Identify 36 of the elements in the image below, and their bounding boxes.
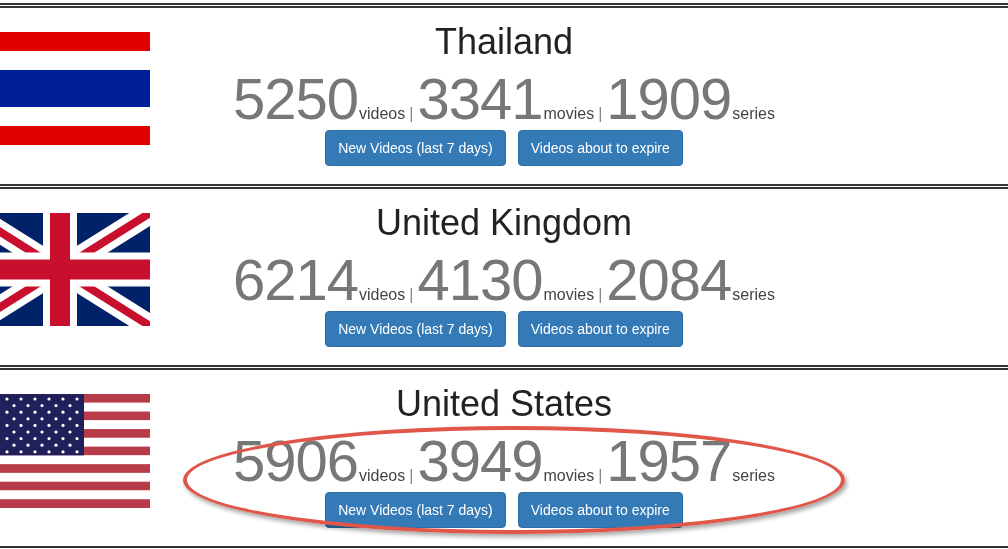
new-videos-button[interactable]: New Videos (last 7 days) — [325, 311, 506, 347]
flag-icon — [0, 394, 150, 508]
separator: | — [598, 286, 603, 304]
count-label: movies — [543, 286, 595, 304]
country-title: United Kingdom — [375, 203, 633, 243]
flag-icon — [0, 213, 150, 326]
count-number: 6214 — [233, 251, 358, 309]
count-number: 5906 — [233, 432, 358, 490]
count-label: videos — [359, 286, 406, 304]
country-title: United States — [395, 384, 613, 424]
count-label: series — [732, 467, 775, 485]
count-label: videos — [359, 105, 406, 123]
count-number: 4130 — [417, 251, 543, 309]
count-label: movies — [543, 105, 595, 123]
country-title: Thailand — [434, 22, 574, 62]
separator: | — [409, 467, 414, 485]
flag-icon — [0, 32, 150, 145]
count-label: series — [732, 105, 775, 123]
count-number: 1957 — [606, 432, 732, 490]
count-number: 5250 — [233, 70, 358, 128]
expiring-videos-button[interactable]: Videos about to expire — [517, 492, 683, 528]
expiring-videos-button[interactable]: Videos about to expire — [517, 130, 683, 166]
new-videos-button[interactable]: New Videos (last 7 days) — [325, 492, 506, 528]
count-number: 2084 — [606, 251, 732, 309]
expiring-videos-button[interactable]: Videos about to expire — [517, 311, 683, 347]
count-label: videos — [359, 467, 406, 485]
separator: | — [598, 105, 603, 123]
count-label: movies — [543, 467, 595, 485]
count-label: series — [732, 286, 775, 304]
new-videos-button[interactable]: New Videos (last 7 days) — [325, 130, 506, 166]
count-number: 3949 — [417, 432, 543, 490]
count-number: 3341 — [417, 70, 543, 128]
separator: | — [598, 467, 603, 485]
count-number: 1909 — [606, 70, 732, 128]
separator: | — [409, 105, 414, 123]
separator: | — [409, 286, 414, 304]
